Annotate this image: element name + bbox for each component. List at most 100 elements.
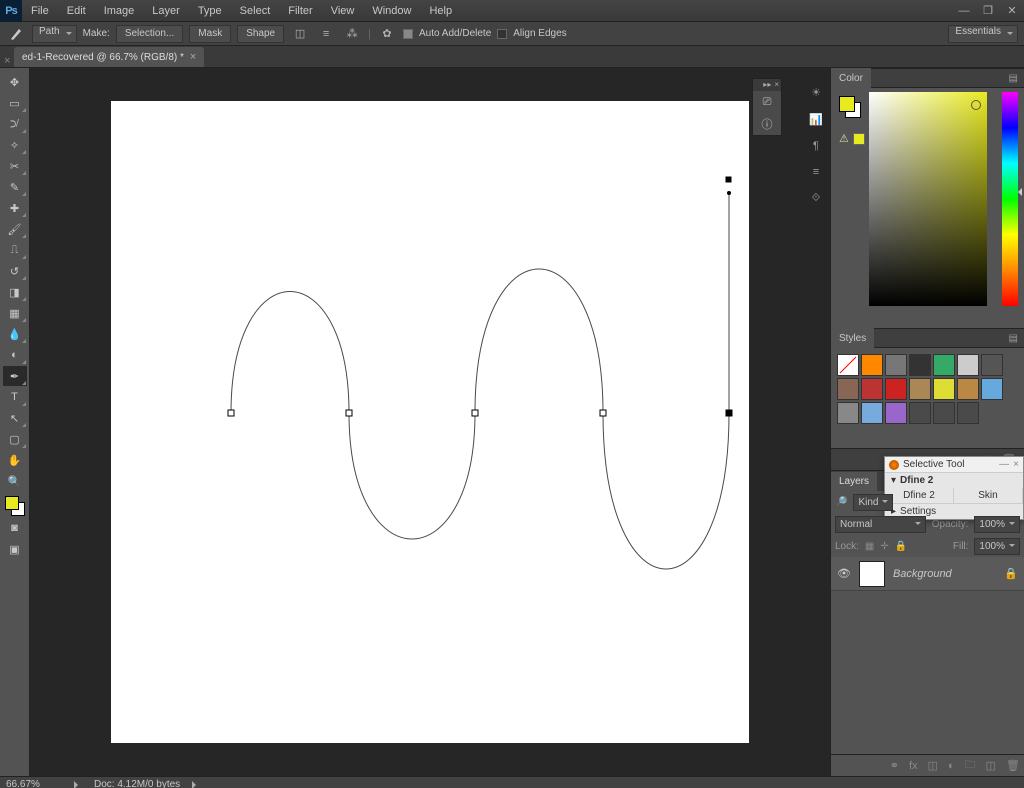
menu-image[interactable]: Image xyxy=(95,1,144,21)
style-swatch[interactable] xyxy=(909,402,931,424)
tab-close-icon[interactable]: × xyxy=(190,51,196,63)
document-tab[interactable]: ed-1-Recovered @ 66.7% (RGB/8) * × xyxy=(14,47,204,67)
pen-tool-icon[interactable] xyxy=(6,25,26,43)
menu-file[interactable]: File xyxy=(22,1,58,21)
eraser-tool[interactable]: ◨ xyxy=(3,282,27,302)
brushes-icon[interactable]: ⟐ xyxy=(812,192,821,205)
hue-slider[interactable] xyxy=(1002,92,1018,306)
path-op-icon[interactable]: ◫ xyxy=(290,25,310,43)
shape-tool[interactable]: ▢ xyxy=(3,429,27,449)
adjustment-icon[interactable]: ◐ xyxy=(948,760,955,772)
info-icon[interactable]: ⓘ xyxy=(753,113,781,135)
panel-close-icon[interactable]: × xyxy=(1013,459,1019,470)
style-swatch[interactable] xyxy=(933,378,955,400)
style-swatch[interactable] xyxy=(837,402,859,424)
healing-tool[interactable]: ✚ xyxy=(3,198,27,218)
panel-menu-icon[interactable]: ▤ xyxy=(1009,73,1018,84)
canvas[interactable] xyxy=(111,101,749,743)
blend-mode-select[interactable]: Normal xyxy=(835,516,926,533)
eyedropper-tool[interactable]: ✎ xyxy=(3,177,27,197)
selective-tool-panel[interactable]: Selective Tool—× ▾Dfine 2 Dfine 2Skin ▸S… xyxy=(884,456,1024,520)
panel-minimize-icon[interactable]: — xyxy=(999,459,1009,470)
menu-layer[interactable]: Layer xyxy=(143,1,189,21)
new-layer-icon[interactable]: ◫ xyxy=(986,759,996,772)
style-swatch[interactable] xyxy=(981,378,1003,400)
menu-filter[interactable]: Filter xyxy=(279,1,321,21)
history-brush-tool[interactable]: ↺ xyxy=(3,261,27,281)
crop-tool[interactable]: ✂ xyxy=(3,156,27,176)
gamut-warning-icon[interactable]: ⚠ xyxy=(839,132,849,145)
pen-tool[interactable]: ✒ xyxy=(3,366,27,386)
menu-edit[interactable]: Edit xyxy=(58,1,95,21)
style-swatch[interactable] xyxy=(981,354,1003,376)
mode-select[interactable]: Path xyxy=(32,25,77,43)
brush-tool[interactable]: 🖌 xyxy=(3,219,27,239)
paragraph-icon[interactable]: ≡ xyxy=(813,166,819,178)
visibility-icon[interactable]: 👁 xyxy=(837,567,851,580)
blur-tool[interactable]: 💧 xyxy=(3,324,27,344)
adjustments-icon[interactable]: ☀ xyxy=(811,86,821,99)
styles-tab[interactable]: Styles xyxy=(831,328,874,348)
style-swatch[interactable] xyxy=(957,378,979,400)
style-swatch[interactable] xyxy=(861,402,883,424)
style-swatch[interactable] xyxy=(957,402,979,424)
zoom-level[interactable]: 66.67% xyxy=(6,779,62,788)
lock-all-icon[interactable]: 🔒 xyxy=(895,541,907,552)
style-swatch[interactable] xyxy=(933,354,955,376)
layer-name[interactable]: Background xyxy=(893,568,952,580)
mask-button[interactable]: Mask xyxy=(189,25,231,43)
warning-swatch[interactable] xyxy=(853,133,865,145)
zoom-menu-icon[interactable] xyxy=(74,781,82,788)
filter-kind-select[interactable]: Kind xyxy=(853,494,893,511)
align-icon[interactable]: ≡ xyxy=(316,25,336,43)
style-swatch[interactable] xyxy=(861,354,883,376)
style-swatch[interactable] xyxy=(837,378,859,400)
dodge-tool[interactable]: ◐ xyxy=(3,345,27,365)
doc-info[interactable]: Doc: 4.12M/0 bytes xyxy=(94,779,180,788)
panel-menu-icon[interactable]: ▤ xyxy=(1009,333,1018,344)
layers-tab[interactable]: Layers xyxy=(831,472,877,491)
menu-view[interactable]: View xyxy=(322,1,364,21)
fx-icon[interactable]: fx xyxy=(909,760,918,772)
minimize-icon[interactable]: — xyxy=(952,1,976,21)
gradient-tool[interactable]: ▦ xyxy=(3,303,27,323)
type-tool[interactable]: T xyxy=(3,387,27,407)
close-icon[interactable]: ✕ xyxy=(1000,1,1024,21)
workspace-select[interactable]: Essentials xyxy=(948,25,1018,43)
move-tool[interactable]: ✥ xyxy=(3,72,27,92)
screenmode-icon[interactable]: ▣ xyxy=(3,539,27,559)
link-icon[interactable]: ⚭ xyxy=(890,759,899,772)
style-swatch[interactable] xyxy=(885,378,907,400)
panel-close-icon[interactable]: × xyxy=(774,80,779,90)
color-swatches[interactable] xyxy=(3,494,27,518)
zoom-tool[interactable]: 🔍 xyxy=(3,471,27,491)
menu-select[interactable]: Select xyxy=(231,1,280,21)
chevron-down-icon[interactable]: ▾ xyxy=(891,475,896,486)
info-menu-icon[interactable] xyxy=(192,781,200,788)
mask-icon[interactable]: ◫ xyxy=(928,759,938,772)
selective-tab-2[interactable]: Skin xyxy=(954,488,1023,503)
character-icon[interactable]: ¶ xyxy=(813,140,819,152)
lock-position-icon[interactable]: ✛ xyxy=(880,541,888,552)
style-swatch[interactable] xyxy=(885,354,907,376)
maximize-icon[interactable]: ❐ xyxy=(976,1,1000,21)
align-checkbox[interactable] xyxy=(497,29,507,39)
marquee-tool[interactable]: ▭ xyxy=(3,93,27,113)
style-swatch[interactable] xyxy=(837,354,859,376)
style-swatch[interactable] xyxy=(885,402,907,424)
gear-icon[interactable]: ✿ xyxy=(377,25,397,43)
hand-tool[interactable]: ✋ xyxy=(3,450,27,470)
color-field[interactable] xyxy=(869,92,987,306)
lasso-tool[interactable]: ⟉ xyxy=(3,114,27,134)
style-swatch[interactable] xyxy=(957,354,979,376)
auto-checkbox[interactable] xyxy=(403,29,413,39)
selective-tab-1[interactable]: Dfine 2 xyxy=(885,488,954,503)
histogram-icon[interactable]: 📊 xyxy=(809,113,823,126)
properties-icon[interactable]: ⎚ xyxy=(753,91,781,113)
path-select-tool[interactable]: ↖ xyxy=(3,408,27,428)
menu-window[interactable]: Window xyxy=(363,1,420,21)
arrange-icon[interactable]: ⁂ xyxy=(342,25,362,43)
menu-type[interactable]: Type xyxy=(189,1,231,21)
shape-button[interactable]: Shape xyxy=(237,25,284,43)
layer-thumbnail[interactable] xyxy=(859,561,885,587)
